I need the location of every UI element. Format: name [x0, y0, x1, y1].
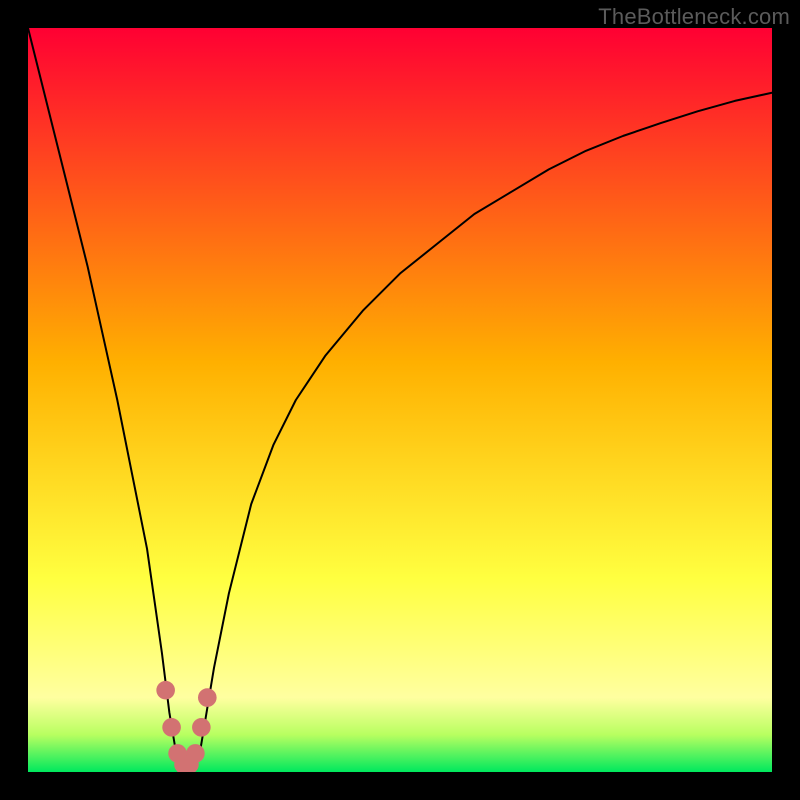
optimal-marker [186, 744, 205, 763]
optimal-marker [192, 718, 211, 737]
optimal-marker [156, 681, 175, 700]
chart-background-gradient [28, 28, 772, 772]
chart-outer-frame: TheBottleneck.com [0, 0, 800, 800]
optimal-marker [198, 688, 217, 707]
bottleneck-chart [28, 28, 772, 772]
optimal-marker [162, 718, 181, 737]
watermark-text: TheBottleneck.com [598, 4, 790, 30]
